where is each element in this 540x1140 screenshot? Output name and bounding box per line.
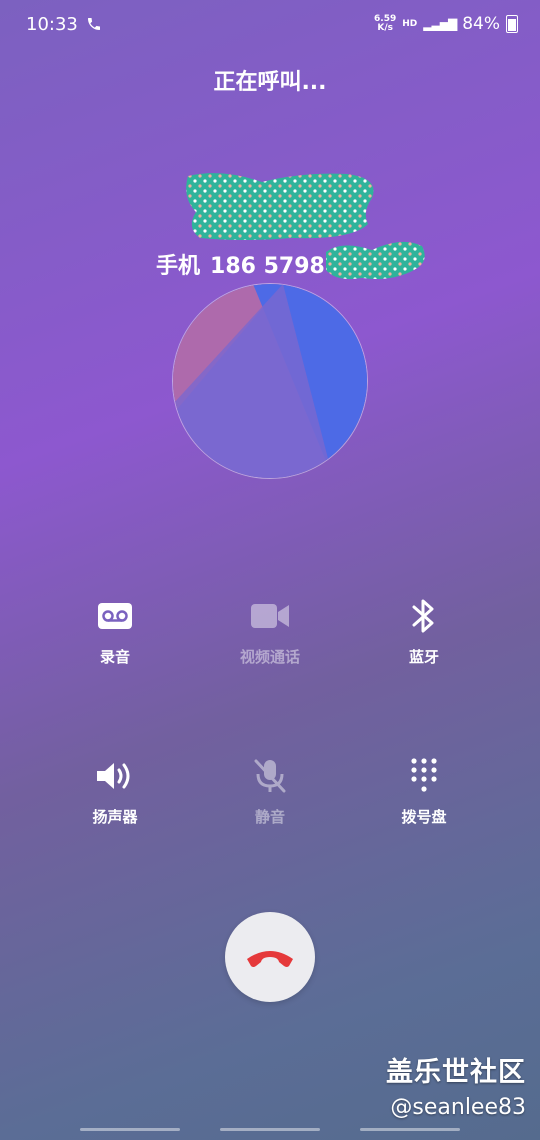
watermark: 盖乐世社区 @seanlee83 <box>386 1050 526 1120</box>
speaker-button[interactable]: 扬声器 <box>40 756 190 827</box>
speaker-icon <box>95 756 135 796</box>
record-button[interactable]: 录音 <box>40 596 190 667</box>
dialpad-label: 拨号盘 <box>401 808 447 826</box>
redaction-overlay-2 <box>322 236 428 284</box>
mic-off-icon <box>253 756 287 796</box>
contact-avatar <box>172 283 368 479</box>
dialpad-button[interactable]: 拨号盘 <box>349 756 499 827</box>
nav-hint-left[interactable] <box>80 1128 180 1131</box>
battery-icon <box>506 15 518 33</box>
video-call-label: 视频通话 <box>239 648 300 666</box>
nav-hint-right[interactable] <box>360 1128 460 1131</box>
bluetooth-icon <box>411 596 437 636</box>
nav-hint-center[interactable] <box>220 1128 320 1131</box>
dialpad-icon <box>410 756 438 796</box>
speaker-label: 扬声器 <box>92 808 138 826</box>
status-bar: 10:33 6.59 K/s HD ▂▃▅▇ 84% <box>26 10 518 40</box>
watermark-title: 盖乐世社区 <box>386 1057 526 1088</box>
video-call-button[interactable]: 视频通话 <box>195 596 345 667</box>
end-call-icon <box>247 951 293 967</box>
end-call-button[interactable] <box>225 912 315 1002</box>
record-label: 录音 <box>99 648 130 666</box>
network-speed: 6.59 K/s <box>374 14 397 33</box>
bluetooth-label: 蓝牙 <box>408 648 439 666</box>
navigation-bar <box>0 1128 540 1134</box>
bluetooth-button[interactable]: 蓝牙 <box>349 596 499 667</box>
number-type-label: 手机 <box>156 254 201 279</box>
video-camera-icon <box>250 596 290 636</box>
mute-label: 静音 <box>254 808 285 826</box>
voicemail-icon <box>97 596 133 636</box>
battery-percent: 84% <box>462 14 500 34</box>
watermark-handle: @seanlee83 <box>390 1095 526 1120</box>
signal-icon: ▂▃▅▇ <box>423 17 457 31</box>
call-status-title: 正在呼叫... <box>213 70 327 95</box>
phone-number-line: 手机 186 5798 <box>156 248 325 280</box>
phone-number: 186 5798 <box>210 254 325 279</box>
status-time: 10:33 <box>26 14 78 35</box>
ongoing-call-icon <box>88 18 100 30</box>
hd-voice-indicator: HD <box>402 19 418 29</box>
mute-button[interactable]: 静音 <box>195 756 345 827</box>
